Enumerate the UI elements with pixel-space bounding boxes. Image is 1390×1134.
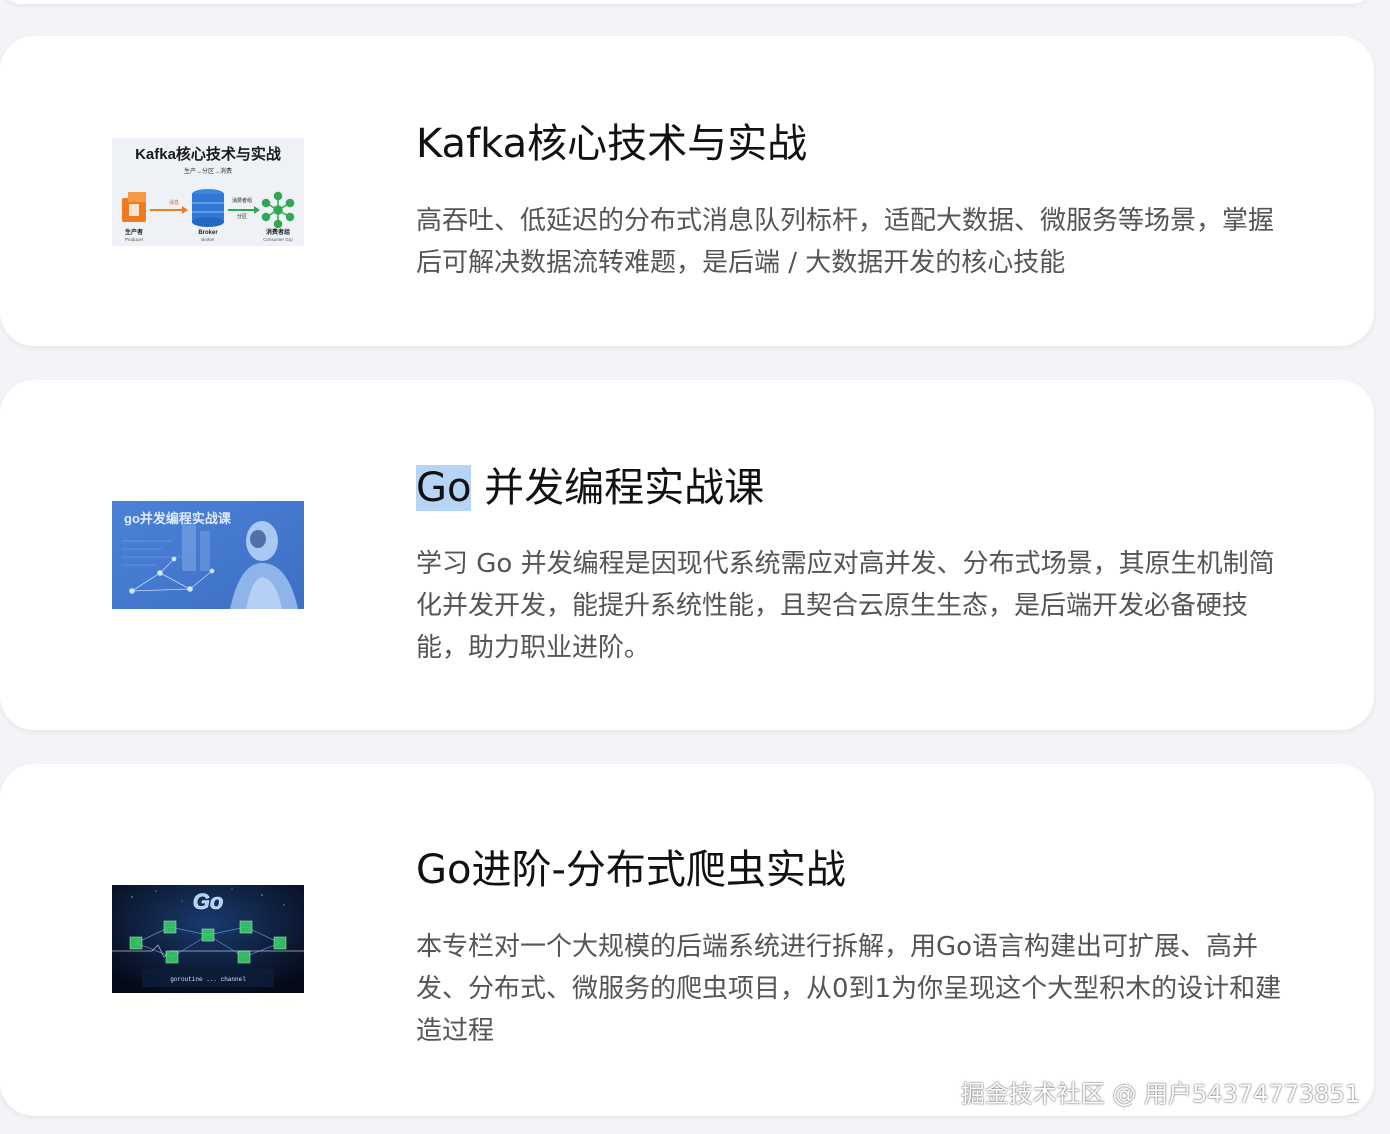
- thumbnail-producer-label: 生产者: [125, 228, 143, 236]
- thumbnail-partition-label: 分区: [237, 213, 247, 220]
- course-card-kafka[interactable]: Kafka核心技术与实战 生产→分区→消费 生产者 Producer 消息 Br…: [0, 36, 1374, 346]
- thumbnail-consumer-sub: Consumer Grp: [263, 237, 293, 242]
- course-thumbnail-go-crawler[interactable]: Go goroutine ... channel: [112, 885, 304, 993]
- watermark-text: 掘金技术社区 @ 用户54374773851: [960, 1080, 1360, 1108]
- thumbnail-broker-label: Broker: [198, 230, 218, 236]
- thumbnail-go-logo: Go: [193, 889, 224, 914]
- thumbnail-heading: go并发编程实战课: [124, 511, 232, 526]
- course-description: 高吞吐、低延迟的分布式消息队列标杆，适配大数据、微服务等场景，掌握后可解决数据流…: [416, 206, 1275, 278]
- course-title[interactable]: Go进阶-分布式爬虫实战: [416, 844, 846, 896]
- course-thumbnail-go-concurrency[interactable]: go并发编程实战课: [112, 501, 304, 609]
- broker-database-icon: [192, 189, 224, 227]
- course-description: 学习 Go 并发编程是因现代系统需应对高并发、分布式场景，其原生机制简化并发开发…: [416, 549, 1275, 663]
- thumbnail-producer-sub: Producer: [125, 237, 144, 242]
- thumbnail-consumer-label: 消费者组: [266, 228, 290, 236]
- course-title[interactable]: Go 并发编程实战课: [416, 462, 764, 514]
- thumbnail-code-text: goroutine ... channel: [170, 976, 246, 983]
- course-card-go-concurrency[interactable]: go并发编程实战课 Go 并发编程实战课 学习 Go 并发编程是因现代系统需应对…: [0, 380, 1374, 730]
- course-thumbnail-kafka[interactable]: Kafka核心技术与实战 生产→分区→消费 生产者 Producer 消息 Br…: [112, 138, 304, 246]
- course-description: 本专栏对一个大规模的后端系统进行拆解，用Go语言构建出可扩展、高并发、分布式、微…: [416, 932, 1282, 1046]
- thumbnail-message-label: 消息: [169, 199, 179, 206]
- previous-course-card[interactable]: [0, 0, 1374, 4]
- thumbnail-flow-text: 生产→分区→消费: [184, 167, 232, 175]
- course-list-page: Kafka核心技术与实战 生产→分区→消费 生产者 Producer 消息 Br…: [0, 0, 1390, 1134]
- course-title[interactable]: Kafka核心技术与实战: [416, 118, 807, 170]
- thumbnail-consumer-group-label: 消费者组: [232, 197, 252, 204]
- course-card-go-crawler[interactable]: Go goroutine ... channel Go进阶-分布式爬虫实战 本专…: [0, 764, 1374, 1116]
- thumbnail-heading: Kafka核心技术与实战: [135, 145, 281, 163]
- thumbnail-broker-sub: Broker: [201, 237, 215, 242]
- selected-text: Go: [416, 465, 472, 511]
- course-title-rest: 并发编程实战课: [471, 465, 765, 511]
